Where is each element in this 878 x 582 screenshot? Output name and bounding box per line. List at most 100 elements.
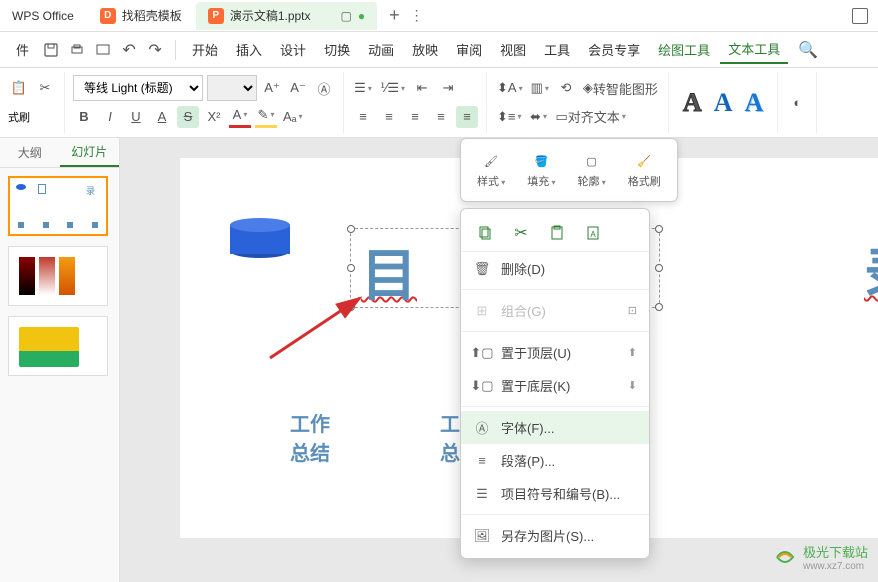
ctx-paste-icon[interactable] [547,223,567,243]
ctx-paste-text-icon[interactable]: A [583,223,603,243]
emphasis-button[interactable]: A [151,106,173,128]
align-center-button[interactable]: ≡ [378,106,400,128]
cylinder-shape[interactable] [230,218,290,258]
menu-text-tools[interactable]: 文本工具 [720,35,788,64]
paragraph-group: ☰ ⅟☰ ⇤ ⇥ ≡ ≡ ≡ ≡ ≡ [344,72,487,133]
text-direction-button[interactable]: ⬍A [495,77,525,99]
clear-format-button[interactable]: Aₐ [281,106,305,128]
menu-review[interactable]: 审阅 [448,36,490,63]
file-tab-label: 演示文稿1.pptx [230,7,311,24]
font-color-button[interactable]: A [229,106,251,128]
float-toolbar: 🖌 样式 🪣 填充 ▢ 轮廓 🧹 格式刷 [460,138,678,202]
menu-start[interactable]: 开始 [184,36,226,63]
change-case-icon[interactable]: Ⓐ [313,77,335,99]
app-title-tab[interactable]: WPS Office [0,2,86,30]
underline-button[interactable]: U [125,106,147,128]
text-fill-icon[interactable]: ◐ [786,92,808,114]
spacing-button[interactable]: ⬌ [528,106,550,128]
bucket-icon: 🪣 [531,151,551,171]
align-distribute-button[interactable]: ≡ [456,106,478,128]
undo-icon[interactable]: ↶ [117,38,141,62]
align-text-button[interactable]: ▭ 对齐文本 [554,106,628,128]
thumbnail-2[interactable] [8,246,108,306]
ctx-clipboard-row: ✂ A [461,215,649,252]
file-menu[interactable]: 件 [8,36,37,63]
columns-button[interactable]: ▥ [529,77,551,99]
italic-button[interactable]: I [99,106,121,128]
thumbnails: 录 [0,168,119,582]
menu-bar: 件 ↶ ↷ 开始 插入 设计 切换 动画 放映 审阅 视图 工具 会员专享 绘图… [0,32,878,68]
decrease-indent-button[interactable]: ⇤ [411,77,433,99]
font-icon: Ⓐ [473,419,491,437]
ctx-paragraph[interactable]: ≡ 段落(P)... [461,444,649,477]
toolbar: 📋 ✂ 式刷 等线 Light (标题) A⁺ A⁻ Ⓐ B I U A S X… [0,68,878,138]
menu-tools[interactable]: 工具 [536,36,578,63]
bold-button[interactable]: B [73,106,95,128]
numbering-button[interactable]: ⅟☰ [378,77,407,99]
char-mu: 目 [361,231,417,312]
tab-menu-button[interactable]: ⋮ [410,7,424,24]
float-fill-button[interactable]: 🪣 填充 [519,147,563,193]
preview-icon[interactable] [91,38,115,62]
image-icon: 🖼 [473,527,491,545]
highlight-button[interactable]: ✎ [255,106,277,128]
menu-drawing-tools[interactable]: 绘图工具 [650,36,718,63]
ctx-cut-icon[interactable]: ✂ [511,223,531,243]
bring-front-icon: ⬆▢ [473,344,491,362]
menu-design[interactable]: 设计 [272,36,314,63]
increase-font-icon[interactable]: A⁺ [261,77,283,99]
ctx-font[interactable]: Ⓐ 字体(F)... [461,411,649,444]
ctx-bullets[interactable]: ☰ 项目符号和编号(B)... [461,477,649,510]
menu-insert[interactable]: 插入 [228,36,270,63]
print-icon[interactable] [65,38,89,62]
rotate-button[interactable]: ⟲ [555,77,577,99]
text-style-2[interactable]: A [708,88,739,118]
cut-icon[interactable]: ✂ [34,77,56,99]
format-brush-label[interactable]: 式刷 [8,109,30,125]
float-style-button[interactable]: 🖌 样式 [469,147,513,193]
align-justify-button[interactable]: ≡ [430,106,452,128]
float-outline-button[interactable]: ▢ 轮廓 [570,147,614,193]
ctx-send-back[interactable]: ⬇▢ 置于底层(K) ⬇ [461,369,649,402]
thumbnail-1[interactable]: 录 [8,176,108,236]
menu-transition[interactable]: 切换 [316,36,358,63]
superscript-button[interactable]: X² [203,106,225,128]
align-right-button[interactable]: ≡ [404,106,426,128]
panel-toggle-icon[interactable] [852,8,868,24]
ctx-bring-front[interactable]: ⬆▢ 置于顶层(U) ⬆ [461,336,649,369]
increase-indent-button[interactable]: ⇥ [437,77,459,99]
font-name-select[interactable]: 等线 Light (标题) [73,75,203,101]
text-style-1[interactable]: A [677,88,708,118]
float-format-brush-button[interactable]: 🧹 格式刷 [620,147,669,193]
thumbnail-3[interactable] [8,316,108,376]
ctx-save-image[interactable]: 🖼 另存为图片(S)... [461,519,649,552]
file-tab[interactable]: P 演示文稿1.pptx ▢ ● [196,2,377,30]
search-icon[interactable]: 🔍 [796,38,820,62]
work-summary-1[interactable]: 工作 总结 [290,408,330,466]
font-size-select[interactable] [207,75,257,101]
align-left-button[interactable]: ≡ [352,106,374,128]
back-extra-icon: ⬇ [628,379,637,392]
redo-icon[interactable]: ↷ [143,38,167,62]
line-spacing-button[interactable]: ⬍≡ [495,106,524,128]
ctx-group: ⊞ 组合(G) ⊡ [461,294,649,327]
new-tab-button[interactable]: + [389,5,400,26]
strikethrough-button[interactable]: S [177,106,199,128]
menu-slideshow[interactable]: 放映 [404,36,446,63]
template-tab[interactable]: D 找稻壳模板 [88,2,194,30]
text-style-3[interactable]: A [738,88,769,118]
paste-icon[interactable]: 📋 [8,77,30,99]
menu-member[interactable]: 会员专享 [580,36,648,63]
outline-tab[interactable]: 大纲 [0,138,60,167]
menu-animation[interactable]: 动画 [360,36,402,63]
bullets-button[interactable]: ☰ [352,77,374,99]
menu-view[interactable]: 视图 [492,36,534,63]
smartart-button[interactable]: ◈ 转智能图形 [581,77,660,99]
save-icon[interactable] [39,38,63,62]
decrease-font-icon[interactable]: A⁻ [287,77,309,99]
slide-canvas[interactable]: 目 录 工作 总结 工作 总结 工 亡 [120,138,878,582]
ctx-copy-icon[interactable] [475,223,495,243]
slides-tab[interactable]: 幻灯片 [60,138,120,167]
ctx-delete[interactable]: 🗑 删除(D) [461,252,649,285]
char-lu-box[interactable]: 录 [864,230,878,311]
